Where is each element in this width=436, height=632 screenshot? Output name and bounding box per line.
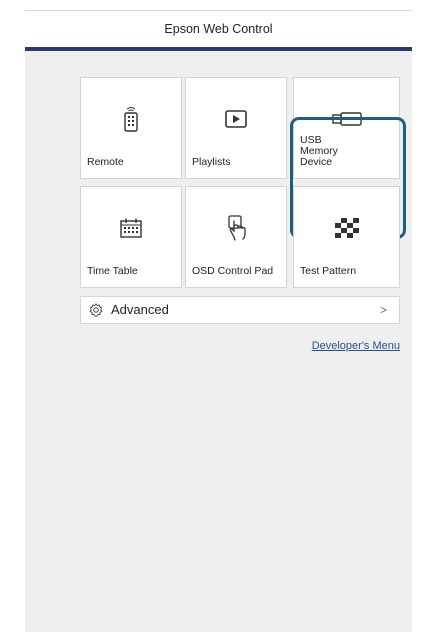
main-content: Remote Playlists USB Memory Device Time … (25, 51, 412, 632)
tile-label: Test Pattern (300, 265, 357, 277)
tile-osd-control-pad[interactable]: OSD Control Pad (185, 186, 287, 288)
page-title: Epson Web Control (25, 11, 412, 48)
tile-remote[interactable]: Remote (80, 77, 182, 179)
gear-icon (89, 303, 103, 317)
checkerboard-icon (294, 215, 399, 241)
tile-label: OSD Control Pad (192, 265, 274, 277)
tile-label: Time Table (87, 265, 138, 277)
usb-icon (294, 106, 399, 132)
tile-test-pattern[interactable]: Test Pattern (293, 186, 400, 288)
tile-usb-memory-device[interactable]: USB Memory Device (293, 77, 400, 179)
advanced-button[interactable]: Advanced > (80, 296, 400, 324)
tile-label: USB Memory Device (300, 134, 338, 168)
remote-icon (81, 106, 181, 132)
tile-playlists[interactable]: Playlists (185, 77, 287, 179)
advanced-label: Advanced (111, 302, 169, 317)
touch-hand-icon (186, 215, 286, 241)
tile-label: Playlists (192, 156, 231, 168)
calendar-icon (81, 215, 181, 241)
chevron-right-icon: > (379, 303, 387, 317)
tile-time-table[interactable]: Time Table (80, 186, 182, 288)
developer-menu-link[interactable]: Developer's Menu (312, 340, 400, 352)
tile-label: Remote (87, 156, 124, 168)
playlist-icon (186, 106, 286, 132)
app-frame: Epson Web Control Remote Playlists USB M… (25, 0, 412, 632)
